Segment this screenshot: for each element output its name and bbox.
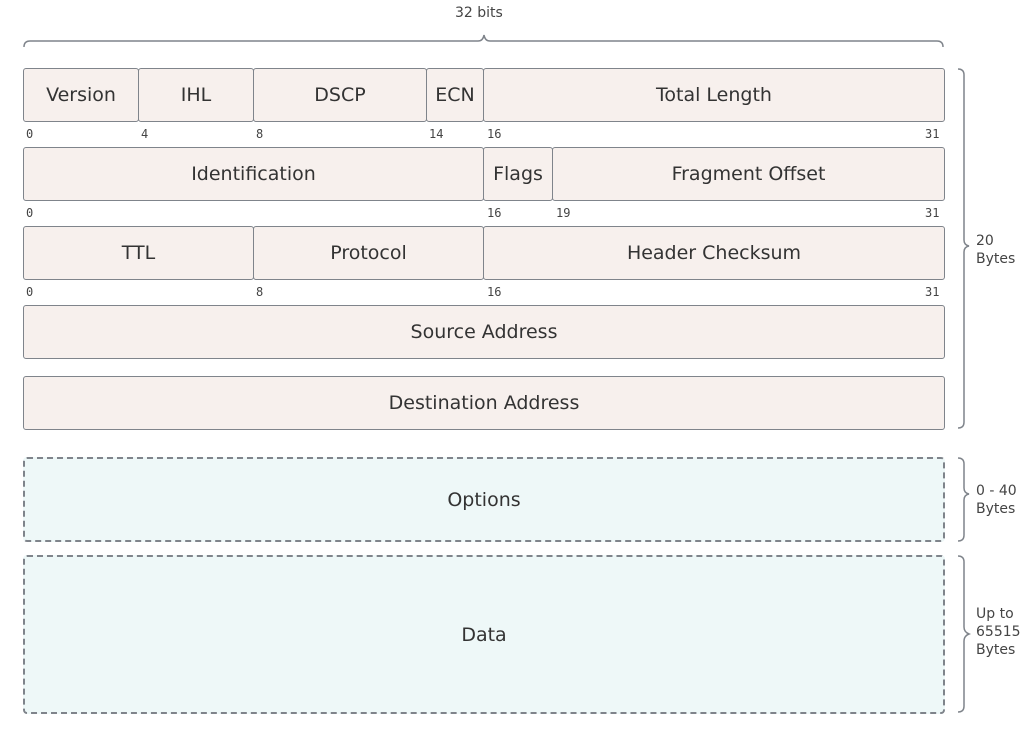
bit-tick: 16 bbox=[487, 285, 502, 299]
field-label: Source Address bbox=[410, 321, 558, 343]
size-unit: Bytes bbox=[976, 501, 1016, 517]
field-header-checksum: Header Checksum bbox=[483, 226, 945, 280]
field-fragment-offset: Fragment Offset bbox=[552, 147, 945, 201]
field-label: Protocol bbox=[330, 242, 407, 264]
header-brace bbox=[957, 68, 970, 429]
field-label: Destination Address bbox=[388, 392, 580, 414]
header-size-label: 20 Bytes bbox=[976, 232, 1015, 268]
field-destination-address: Destination Address bbox=[23, 376, 945, 430]
size-value: 65515 bbox=[976, 624, 1021, 640]
bit-tick: 8 bbox=[256, 285, 264, 299]
field-label: Header Checksum bbox=[626, 242, 802, 264]
bit-tick: 4 bbox=[141, 127, 149, 141]
size-value: 20 bbox=[976, 233, 994, 249]
field-label: Total Length bbox=[656, 84, 772, 106]
field-label: Flags bbox=[493, 163, 543, 185]
field-total-length: Total Length bbox=[483, 68, 945, 122]
bit-tick: 0 bbox=[26, 285, 34, 299]
field-label: ECN bbox=[435, 84, 475, 106]
field-options: Options bbox=[23, 457, 945, 542]
bit-tick: 31 bbox=[925, 206, 940, 220]
bit-tick: 19 bbox=[556, 206, 571, 220]
size-prefix: Up to bbox=[976, 606, 1014, 622]
bit-tick: 0 bbox=[26, 127, 34, 141]
field-data: Data bbox=[23, 555, 945, 714]
field-ihl: IHL bbox=[138, 68, 254, 122]
field-identification: Identification bbox=[23, 147, 484, 201]
bit-tick: 16 bbox=[487, 206, 502, 220]
size-value: 0 - 40 bbox=[976, 483, 1017, 499]
field-label: Options bbox=[447, 488, 521, 511]
size-unit: Bytes bbox=[976, 251, 1016, 267]
bit-tick: 31 bbox=[925, 285, 940, 299]
bit-tick: 31 bbox=[925, 127, 940, 141]
field-label: TTL bbox=[121, 242, 156, 264]
top-brace bbox=[23, 34, 944, 48]
field-source-address: Source Address bbox=[23, 305, 945, 359]
field-flags: Flags bbox=[483, 147, 553, 201]
field-protocol: Protocol bbox=[253, 226, 484, 280]
field-label: Version bbox=[46, 84, 116, 106]
bit-tick: 8 bbox=[256, 127, 264, 141]
field-ttl: TTL bbox=[23, 226, 254, 280]
field-dscp: DSCP bbox=[253, 68, 427, 122]
options-size-label: 0 - 40 Bytes bbox=[976, 482, 1017, 518]
bit-tick: 14 bbox=[429, 127, 444, 141]
field-label: DSCP bbox=[314, 84, 366, 106]
bit-tick: 0 bbox=[26, 206, 34, 220]
field-label: IHL bbox=[180, 84, 212, 106]
field-version: Version bbox=[23, 68, 139, 122]
field-ecn: ECN bbox=[426, 68, 484, 122]
field-label: Fragment Offset bbox=[671, 163, 826, 185]
size-unit: Bytes bbox=[976, 642, 1016, 658]
field-label: Data bbox=[461, 623, 507, 646]
options-brace bbox=[957, 457, 970, 542]
data-brace bbox=[957, 555, 972, 713]
field-label: Identification bbox=[191, 163, 316, 185]
data-size-label: Up to 65515 Bytes bbox=[976, 605, 1021, 659]
bit-tick: 16 bbox=[487, 127, 502, 141]
